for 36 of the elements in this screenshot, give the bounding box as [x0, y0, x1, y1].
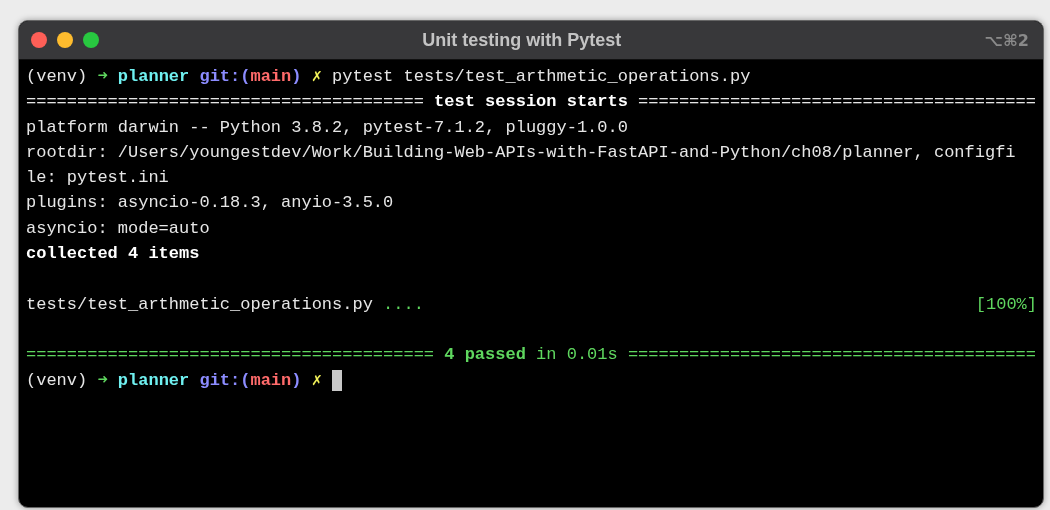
terminal-text: (venv)	[26, 369, 88, 392]
terminal-text: ========================================	[627, 344, 1036, 367]
terminal-text: asyncio: mode=auto	[26, 217, 210, 240]
terminal-text: git:(	[199, 369, 251, 392]
terminal-text: )	[291, 66, 302, 88]
terminal-text: ➜	[97, 66, 108, 88]
terminal-text: pytest tests/test_arthmetic_operations.py	[332, 66, 751, 88]
terminal-text: main	[250, 66, 292, 88]
terminal-text: collected 4 items	[26, 243, 200, 266]
terminal-text: ✗	[311, 369, 322, 392]
minimize-button[interactable]	[57, 32, 73, 48]
terminal-text: in 0.01s	[536, 344, 618, 367]
terminal-text: )	[291, 369, 302, 392]
terminal-text: test session starts	[434, 91, 628, 114]
terminal-text: =======================================	[638, 91, 1036, 114]
terminal-text: [100%]	[975, 293, 1037, 316]
terminal-text: plugins: asyncio-0.18.3, anyio-3.5.0	[26, 192, 394, 215]
terminal-text: 4 passed	[444, 344, 526, 367]
terminal-text: rootdir: /Users/youngestdev/Work/Building-Web-APIs-with-FastAPI-and-Python/ch08/planner, configfi	[26, 141, 1016, 164]
terminal-text: planner	[117, 66, 190, 88]
terminal-text: (venv)	[26, 66, 88, 88]
terminal-text: ➜	[97, 369, 108, 392]
close-button[interactable]	[31, 32, 47, 48]
terminal-text: le: pytest.ini	[26, 167, 169, 190]
terminal-text: git:(	[199, 66, 251, 88]
terminal-text: platform darwin -- Python 3.8.2, pytest-7.1.2, pluggy-1.0.0	[26, 116, 628, 139]
shortcut-label: ⌥⌘2	[984, 30, 1030, 50]
terminal-text: planner	[117, 369, 190, 392]
terminal-text: main	[250, 369, 292, 392]
window-title: Unit testing with Pytest	[421, 29, 623, 51]
terminal-text: ....	[383, 293, 424, 316]
terminal-text: tests/test_arthmetic_operations.py	[26, 293, 373, 316]
terminal-text: ========================================	[26, 344, 435, 367]
terminal-text: ✗	[311, 66, 322, 88]
terminal-text: =======================================	[26, 91, 424, 114]
zoom-button[interactable]	[83, 32, 99, 48]
